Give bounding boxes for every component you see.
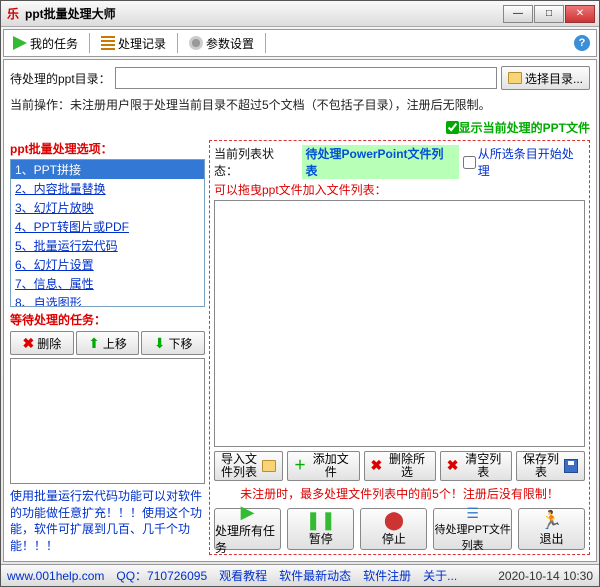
x-icon: ✖ <box>22 335 34 352</box>
import-list-button[interactable]: 导入文 件列表 <box>214 451 283 481</box>
options-title: ppt批量处理选项： <box>10 140 205 157</box>
pause-button[interactable]: ❚❚ 暂停 <box>287 508 354 550</box>
pending-list-button[interactable]: ☰ 待处理PPT文件 列表 <box>433 508 511 550</box>
status-register[interactable]: 软件注册 <box>363 567 411 584</box>
run-all-button[interactable]: ▶ 处理所有任务 <box>214 508 281 550</box>
delete-task-button[interactable]: ✖删除 <box>10 331 74 355</box>
option-item[interactable]: 2、内容批量替换 <box>11 179 204 198</box>
tab-label: 参数设置 <box>206 35 254 52</box>
status-news[interactable]: 软件最新动态 <box>279 567 351 584</box>
close-button[interactable]: ✕ <box>565 5 595 23</box>
x-icon: ✖ <box>371 458 383 473</box>
option-item[interactable]: 6、幻灯片设置 <box>11 255 204 274</box>
titlebar: 乐 ppt批量处理大师 — □ ✕ <box>1 1 599 27</box>
current-op-text: 当前操作：未注册用户限于处理当前目录不超过5个文档（不包括子目录），注册后无限制… <box>10 96 590 113</box>
list-icon <box>101 36 115 50</box>
list-status-label: 当前列表状态： <box>214 145 298 179</box>
folder-icon <box>262 460 276 472</box>
drag-hint: 可以拖曳ppt文件加入文件列表： <box>214 181 585 198</box>
tab-my-tasks[interactable]: 我的任务 <box>6 32 85 54</box>
window-title: ppt批量处理大师 <box>25 5 503 22</box>
arrow-down-icon: ⬇ <box>154 335 166 352</box>
app-logo-icon: 乐 <box>5 6 21 22</box>
separator <box>89 33 90 53</box>
exit-icon: 🏃 <box>540 511 562 529</box>
main-toolbar: 我的任务 处理记录 参数设置 ? <box>3 29 597 57</box>
folder-icon <box>508 72 522 84</box>
list-status-value: 待处理PowerPoint文件列表 <box>302 145 459 179</box>
option-item[interactable]: 4、PPT转图片或PDF <box>11 217 204 236</box>
tab-label: 处理记录 <box>118 35 166 52</box>
save-icon <box>564 459 578 473</box>
move-down-button[interactable]: ⬇下移 <box>141 331 205 355</box>
arrow-up-icon: ⬆ <box>88 335 100 352</box>
start-from-selection-checkbox[interactable] <box>463 156 476 169</box>
maximize-button[interactable]: □ <box>534 5 564 23</box>
tab-history[interactable]: 处理记录 <box>94 32 173 54</box>
browse-label: 选择目录... <box>525 70 583 87</box>
dir-input[interactable] <box>115 67 497 89</box>
help-icon[interactable]: ? <box>574 35 590 51</box>
unregistered-warning: 未注册时，最多处理文件列表中的前5个！注册后没有限制！ <box>214 485 585 502</box>
x-icon: ✖ <box>447 458 459 473</box>
clear-list-button[interactable]: ✖清空列表 <box>440 451 512 481</box>
pending-title: 等待处理的任务： <box>10 311 205 328</box>
add-file-button[interactable]: ＋添加文件 <box>287 451 360 481</box>
statusbar: www.001help.com QQ：710726095 观看教程 软件最新动态… <box>1 564 599 586</box>
tab-settings[interactable]: 参数设置 <box>182 32 261 54</box>
option-item[interactable]: 8、自选图形 <box>11 293 204 307</box>
pending-tasks-list[interactable] <box>10 358 205 484</box>
browse-button[interactable]: 选择目录... <box>501 66 590 90</box>
list-icon: ☰ <box>466 506 479 520</box>
start-from-selection-label: 从所选条目开始处理 <box>478 145 585 179</box>
save-list-button[interactable]: 保存列 表 <box>516 451 585 481</box>
status-website[interactable]: www.001help.com <box>7 569 104 583</box>
options-listbox[interactable]: 1、PPT拼接2、内容批量替换3、幻灯片放映4、PPT转图片或PDF5、批量运行… <box>10 159 205 307</box>
option-item[interactable]: 3、幻灯片放映 <box>11 198 204 217</box>
right-panel: 当前列表状态： 待处理PowerPoint文件列表 从所选条目开始处理 可以拖曳… <box>209 140 590 555</box>
gear-icon <box>189 36 203 50</box>
option-item[interactable]: 1、PPT拼接 <box>11 160 204 179</box>
play-icon <box>13 36 27 50</box>
macro-tip: 使用批量运行宏代码功能可以对软件的功能做任意扩充！！！使用这个功能，软件可扩展到… <box>10 488 205 555</box>
status-qq[interactable]: QQ：710726095 <box>116 567 207 584</box>
stop-icon: ⬤ <box>384 511 404 529</box>
tab-label: 我的任务 <box>30 35 78 52</box>
separator <box>177 33 178 53</box>
show-current-label[interactable]: 显示当前处理的PPT文件 <box>459 119 590 136</box>
option-item[interactable]: 5、批量运行宏代码 <box>11 236 204 255</box>
dir-label: 待处理的ppt目录： <box>10 70 111 87</box>
delete-selected-button[interactable]: ✖删除所选 <box>364 451 436 481</box>
file-list[interactable] <box>214 200 585 447</box>
pause-icon: ❚❚ <box>306 511 336 529</box>
status-tutorial[interactable]: 观看教程 <box>219 567 267 584</box>
option-item[interactable]: 7、信息、属性 <box>11 274 204 293</box>
stop-button[interactable]: ⬤ 停止 <box>360 508 427 550</box>
status-about[interactable]: 关于... <box>423 567 457 584</box>
move-up-button[interactable]: ⬆上移 <box>76 331 140 355</box>
play-icon: ▶ <box>241 503 255 521</box>
show-current-checkbox[interactable] <box>446 121 459 134</box>
separator <box>265 33 266 53</box>
exit-button[interactable]: 🏃 退出 <box>518 508 585 550</box>
plus-icon: ＋ <box>294 459 306 472</box>
minimize-button[interactable]: — <box>503 5 533 23</box>
status-datetime: 2020-10-14 10:30 <box>498 569 593 583</box>
